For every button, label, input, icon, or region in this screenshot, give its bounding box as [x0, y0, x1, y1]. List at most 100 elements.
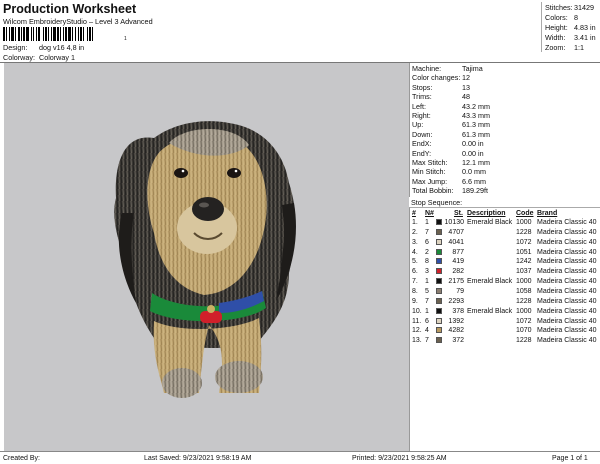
- needle-number: 6: [425, 317, 429, 325]
- colors-row: Colors: 8: [545, 14, 578, 21]
- stitch-count: 378: [452, 307, 464, 315]
- machine-info-value: 43.2 mm: [462, 101, 490, 111]
- thread-brand: Madeira Classic 40: [537, 238, 597, 246]
- needle-number: 6: [425, 238, 429, 246]
- col-header-num: #: [412, 210, 416, 217]
- stitch-count: 4707: [448, 228, 464, 236]
- machine-info-row: Min Stitch: 0.0 mm: [412, 168, 486, 175]
- row-number: 9.: [412, 297, 418, 305]
- width-row: Width: 3.41 in: [545, 34, 596, 41]
- color-swatch: [436, 287, 442, 294]
- thread-brand: Madeira Classic 40: [537, 258, 597, 266]
- color-code: 1228: [516, 337, 532, 345]
- machine-info-row: Down: 61.3 mm: [412, 131, 490, 138]
- page-title: Production Worksheet: [3, 2, 137, 16]
- stitch-count: 2293: [448, 297, 464, 305]
- dog-right-eye: [227, 168, 241, 178]
- stitches-label: Stitches:: [545, 3, 573, 12]
- needle-number: 1: [425, 278, 429, 286]
- color-swatch: [436, 219, 442, 225]
- thread-brand: Madeira Classic 40: [537, 327, 597, 335]
- color-swatch: [436, 327, 442, 334]
- thread-brand: Madeira Classic 40: [537, 297, 597, 305]
- stop-sequence-table: # N# St. Description Code Brand 1. 1 10130…: [409, 207, 600, 451]
- col-header-needle: N#: [425, 210, 434, 217]
- machine-info-label: Stops:: [412, 82, 433, 92]
- machine-info-row: Max Jump: 6.6 mm: [412, 178, 486, 185]
- dog-embroidery-illustration: [114, 121, 296, 398]
- width-value: 3.41 in: [574, 33, 596, 42]
- zoom-value: 1:1: [574, 43, 584, 52]
- machine-info-row: Left: 43.2 mm: [412, 101, 490, 111]
- thread-brand: Madeira Classic 40: [537, 219, 597, 226]
- stitch-count: 419: [452, 258, 464, 266]
- needle-number: 7: [425, 297, 429, 305]
- machine-info-value: 48: [462, 92, 470, 102]
- color-swatch: [436, 258, 442, 265]
- machine-info-value: 0.00 in: [462, 139, 484, 149]
- stitches-value: 31429: [574, 3, 594, 12]
- machine-info-label: Max Jump:: [412, 176, 448, 186]
- machine-info-value: 0.00 in: [462, 148, 484, 158]
- stitch-count: 10130: [444, 219, 464, 226]
- color-code: 1000: [516, 307, 532, 315]
- needle-number: 3: [425, 268, 429, 276]
- stop-sequence-title: Stop Sequence:: [411, 198, 463, 207]
- color-code: 1072: [516, 238, 532, 246]
- dog-right-paw: [215, 361, 263, 393]
- table-row: 12. 4 4282 1070 Madeira Classic 40: [410, 327, 600, 337]
- created-by: Created By:: [3, 455, 40, 462]
- machine-info-value: Tajima: [462, 64, 483, 73]
- dog-nose: [192, 197, 224, 221]
- zoom-row: Zoom: 1:1: [545, 44, 584, 51]
- color-swatch: [436, 317, 442, 324]
- thread-brand: Madeira Classic 40: [537, 307, 597, 315]
- colors-value: 8: [574, 13, 578, 22]
- col-header-stitches: St.: [454, 210, 463, 217]
- last-saved: Last Saved: 9/23/2021 9:58:19 AM: [144, 455, 252, 462]
- design-label: Design:: [3, 43, 28, 52]
- stitch-count: 282: [452, 268, 464, 276]
- machine-info-value: 6.6 mm: [462, 176, 486, 186]
- colors-label: Colors:: [545, 13, 568, 22]
- machine-info-label: Min Stitch:: [412, 167, 446, 177]
- row-number: 11.: [412, 317, 422, 325]
- table-row: 6. 3 282 1037 Madeira Classic 40: [410, 268, 600, 278]
- color-code: 1037: [516, 268, 532, 276]
- height-value: 4.83 in: [574, 23, 596, 32]
- stitches-row: Stitches:31429: [545, 4, 594, 11]
- needle-number: 4: [425, 327, 429, 335]
- row-number: 2.: [412, 228, 418, 236]
- table-row: 11. 6 1392 1072 Madeira Classic 40: [410, 317, 600, 328]
- stitch-count: 877: [452, 248, 464, 256]
- col-header-description: Description: [467, 210, 506, 217]
- machine-info-value: 43.3 mm: [462, 111, 490, 120]
- machine-info-label: Color changes:: [412, 73, 461, 83]
- colorway-value: Colorway 1: [39, 53, 75, 62]
- design-value: dog v16 4,8 in: [39, 43, 85, 52]
- machine-info-label: Max Stitch:: [412, 158, 448, 167]
- color-code: 1000: [516, 278, 532, 286]
- colorway-label: Colorway:: [3, 53, 35, 62]
- color-code: 1051: [516, 248, 532, 256]
- color-swatch: [436, 268, 442, 275]
- dog-left-paw: [162, 368, 202, 398]
- row-number: 1.: [412, 219, 418, 226]
- footer: Created By: Last Saved: 9/23/2021 9:58:1…: [0, 451, 600, 464]
- color-code: 1070: [516, 327, 532, 335]
- col-header-brand: Brand: [537, 210, 558, 217]
- row-number: 12.: [412, 327, 422, 335]
- needle-number: 7: [425, 228, 429, 236]
- design-row: Design: dog v16 4,8 in: [3, 44, 84, 51]
- machine-info-value: 12: [462, 73, 470, 83]
- row-number: 4.: [412, 248, 418, 256]
- machine-info-value: 61.3 mm: [462, 129, 490, 139]
- needle-number: 2: [425, 248, 429, 256]
- machine-info-label: EndY:: [412, 148, 432, 158]
- height-row: Height: 4.83 in: [545, 24, 596, 31]
- stitch-count: 2175: [448, 278, 464, 286]
- machine-info-value: 0.0 mm: [462, 167, 486, 177]
- table-row: 10. 1 378 Emerald Black 1000 Madeira Classic …: [410, 307, 600, 318]
- needle-number: 1: [425, 307, 429, 315]
- row-number: 8.: [412, 287, 418, 295]
